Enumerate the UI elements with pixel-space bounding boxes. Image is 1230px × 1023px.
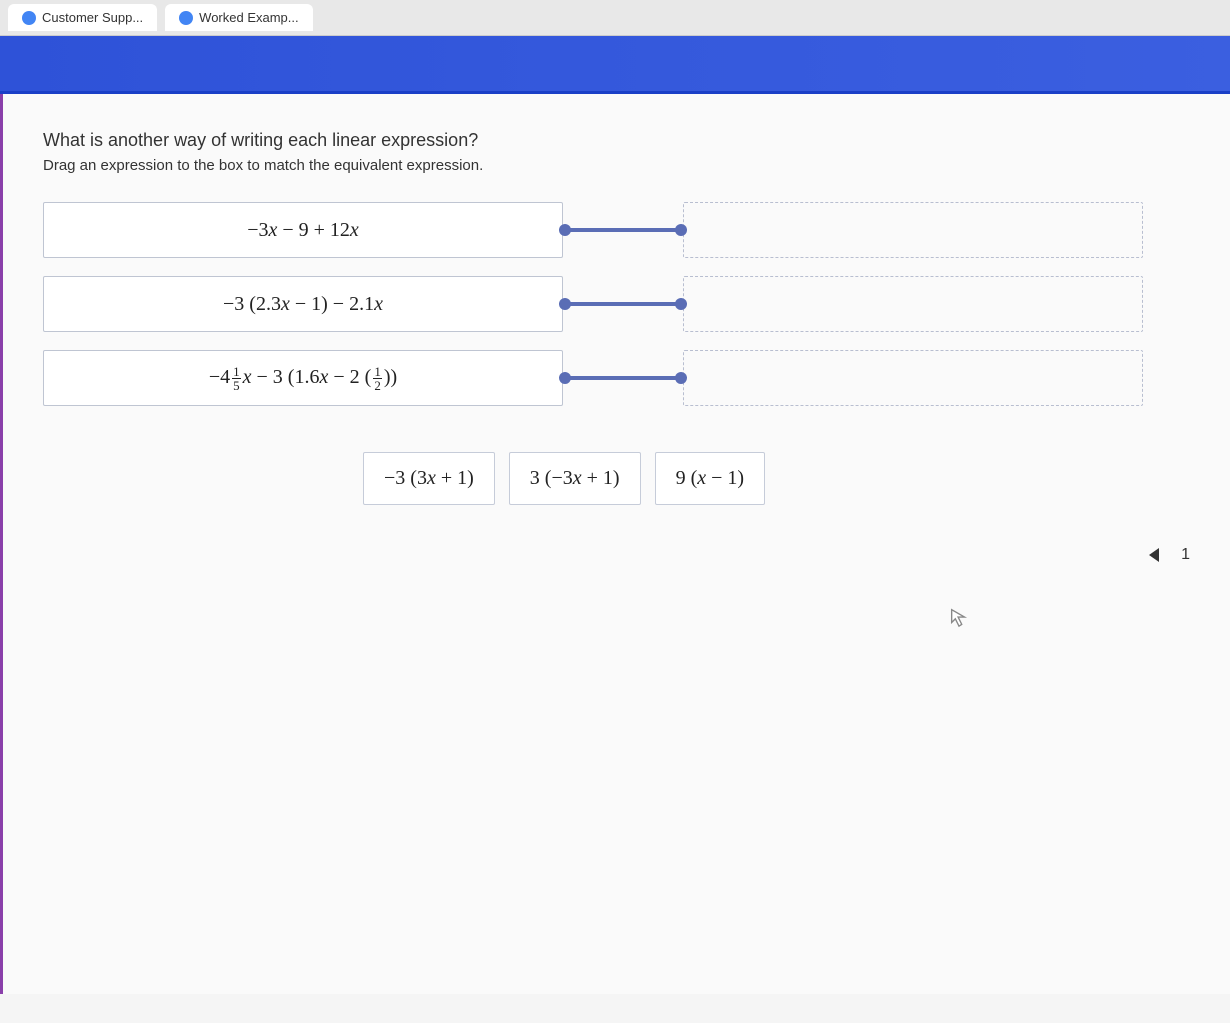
drop-zone-1[interactable] xyxy=(683,202,1143,258)
expression-1-text: −3x − 9 + 12x xyxy=(247,219,359,242)
answer-option-b-text: 3 (−3x + 1) xyxy=(530,467,620,489)
question-title: What is another way of writing each line… xyxy=(43,130,1190,151)
expression-3-text: −415x − 3 (1.6x − 2 (12)) xyxy=(209,365,397,392)
pagination-nav: 1 xyxy=(1149,546,1190,564)
browser-tab-bar: Customer Supp... Worked Examp... xyxy=(0,0,1230,36)
match-area: −3x − 9 + 12x −3 (2.3x − 1) − 2.1x −415x… xyxy=(43,202,1190,406)
connector-2 xyxy=(563,302,683,306)
expression-row-1: −3x − 9 + 12x xyxy=(43,202,563,258)
answer-option-a-text: −3 (3x + 1) xyxy=(384,467,474,489)
answer-option-a[interactable]: −3 (3x + 1) xyxy=(363,452,495,505)
drop-zone-column xyxy=(683,202,1143,406)
connector-1 xyxy=(563,228,683,232)
connector-3 xyxy=(563,376,683,380)
answer-option-c-text: 9 (x − 1) xyxy=(676,467,745,489)
instruction-text: Drag an expression to the box to match t… xyxy=(43,157,1190,174)
browser-tab-customer[interactable]: Customer Supp... xyxy=(8,4,157,31)
answer-option-b[interactable]: 3 (−3x + 1) xyxy=(509,452,641,505)
browser-tab-worked[interactable]: Worked Examp... xyxy=(165,4,312,31)
expression-row-2: −3 (2.3x − 1) − 2.1x xyxy=(43,276,563,332)
expression-2-text: −3 (2.3x − 1) − 2.1x xyxy=(223,293,383,316)
page-number: 1 xyxy=(1181,546,1190,564)
app-header-bar xyxy=(0,36,1230,94)
answer-options-row: −3 (3x + 1) 3 (−3x + 1) 9 (x − 1) xyxy=(43,452,1190,505)
drop-zone-3[interactable] xyxy=(683,350,1143,406)
tab-favicon xyxy=(179,11,193,25)
question-content: What is another way of writing each line… xyxy=(0,94,1230,994)
prev-arrow-icon[interactable] xyxy=(1149,548,1159,562)
expression-column: −3x − 9 + 12x −3 (2.3x − 1) − 2.1x −415x… xyxy=(43,202,563,406)
tab-label-customer: Customer Supp... xyxy=(42,10,143,25)
tab-favicon xyxy=(22,11,36,25)
cursor-arrow-icon xyxy=(948,606,970,634)
drop-zone-2[interactable] xyxy=(683,276,1143,332)
answer-option-c[interactable]: 9 (x − 1) xyxy=(655,452,766,505)
tab-label-worked: Worked Examp... xyxy=(199,10,298,25)
expression-row-3: −415x − 3 (1.6x − 2 (12)) xyxy=(43,350,563,406)
